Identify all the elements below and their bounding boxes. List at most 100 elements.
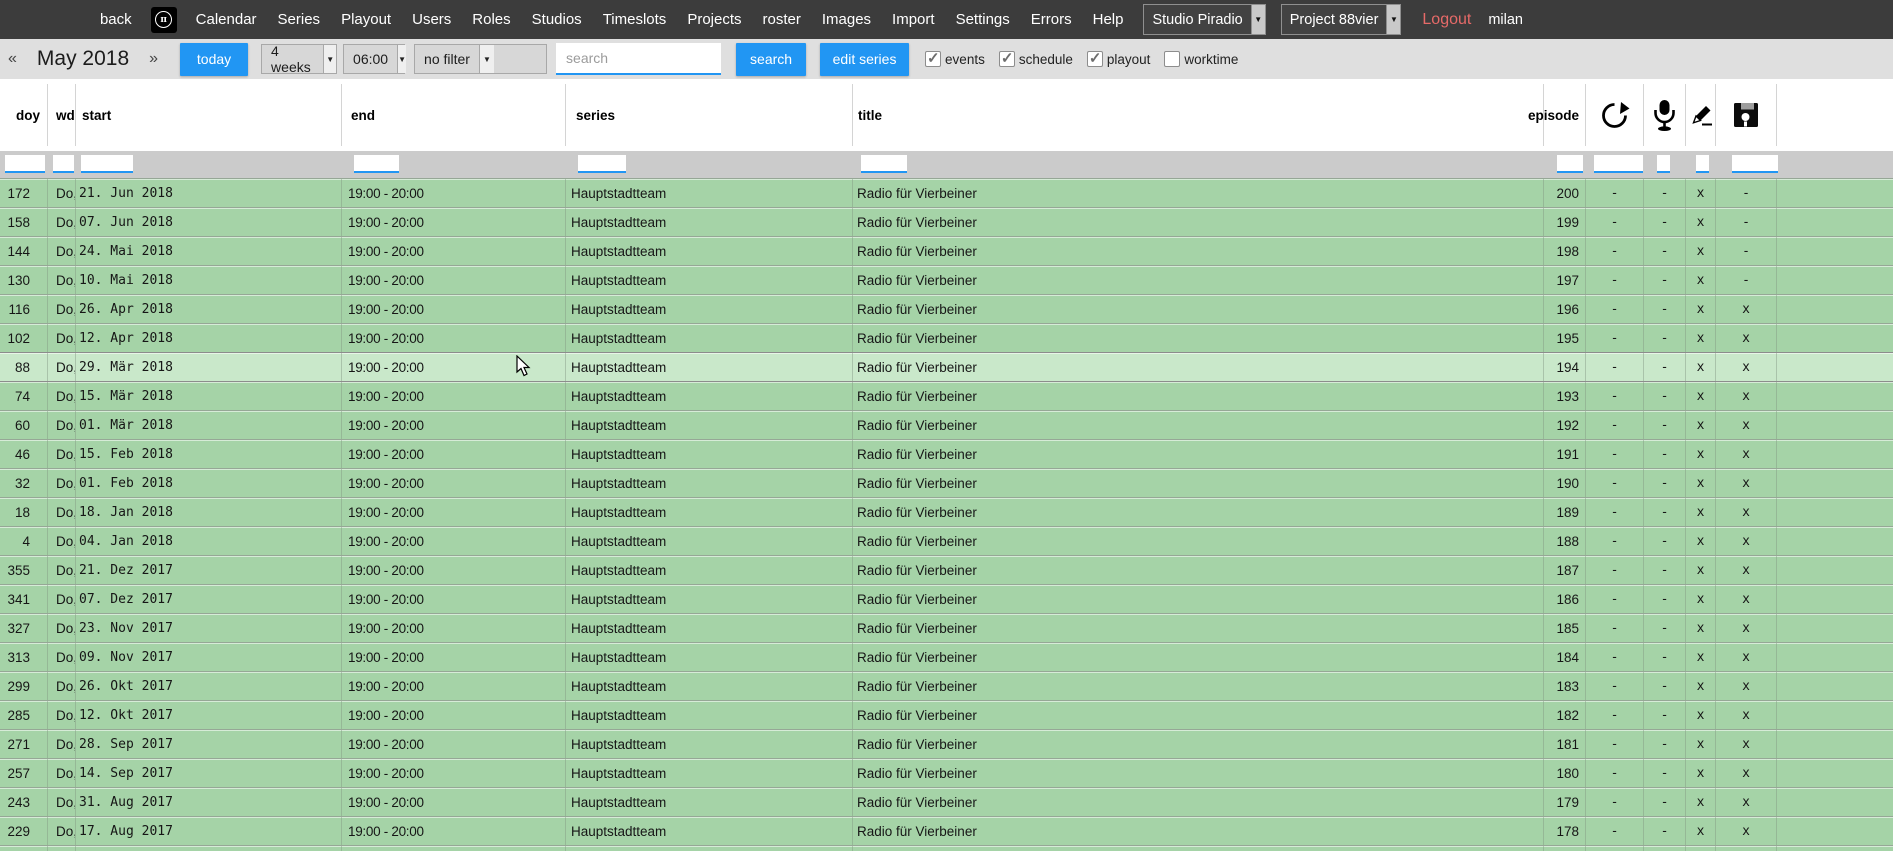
cell-doy: 74	[0, 382, 48, 410]
cell-doy: 299	[0, 672, 48, 700]
table-row[interactable]: 271 Do, 28. Sep 2017 19:00 - 20:00 Haupt…	[0, 729, 1895, 758]
cell-doy: 355	[0, 556, 48, 584]
nav-item-playout[interactable]: Playout	[336, 11, 396, 28]
table-row[interactable]: 355 Do, 21. Dez 2017 19:00 - 20:00 Haupt…	[0, 555, 1895, 584]
table-row[interactable]: 60 Do, 01. Mär 2018 19:00 - 20:00 Haupts…	[0, 410, 1895, 439]
studio-select[interactable]: Studio Piradio ▼	[1143, 4, 1265, 35]
nav-item-users[interactable]: Users	[407, 11, 456, 28]
cell-end: 19:00 - 20:00	[342, 527, 566, 555]
table-row[interactable]: 313 Do, 09. Nov 2017 19:00 - 20:00 Haupt…	[0, 642, 1895, 671]
table-row[interactable]: 172 Do, 21. Jun 2018 19:00 - 20:00 Haupt…	[0, 178, 1895, 207]
project-select[interactable]: Project 88vier ▼	[1281, 4, 1402, 35]
checkbox-worktime[interactable]: worktime	[1164, 51, 1238, 67]
prev-month-button[interactable]: «	[2, 50, 23, 68]
nav-item-errors[interactable]: Errors	[1026, 11, 1077, 28]
edit-series-button[interactable]: edit series	[820, 43, 909, 76]
table-row[interactable]: 285 Do, 12. Okt 2017 19:00 - 20:00 Haupt…	[0, 700, 1895, 729]
cell-end: 19:00 - 20:00	[342, 382, 566, 410]
table-row[interactable]: 130 Do, 10. Mai 2018 19:00 - 20:00 Haupt…	[0, 265, 1895, 294]
next-month-button[interactable]: »	[143, 50, 164, 68]
nav-item-calendar[interactable]: Calendar	[191, 11, 262, 28]
table-row[interactable]: 257 Do, 14. Sep 2017 19:00 - 20:00 Haupt…	[0, 758, 1895, 787]
table-row[interactable]: 18 Do, 18. Jan 2018 19:00 - 20:00 Haupts…	[0, 497, 1895, 526]
table-row[interactable]: 102 Do, 12. Apr 2018 19:00 - 20:00 Haupt…	[0, 323, 1895, 352]
checkbox-playout[interactable]: playout	[1087, 51, 1151, 67]
cell-edit: x	[1686, 295, 1716, 323]
cell-wd: Do,	[48, 237, 76, 265]
piradio-logo[interactable]: π	[151, 7, 177, 33]
filter-input-series[interactable]	[578, 155, 626, 173]
table-row[interactable]: 32 Do, 01. Feb 2018 19:00 - 20:00 Haupts…	[0, 468, 1895, 497]
cell-save: -	[1716, 179, 1777, 207]
cell-series: Hauptstadtteam	[566, 527, 853, 555]
cell-episode: 184	[1544, 643, 1586, 671]
cell-start: 04. Jan 2018	[76, 527, 342, 555]
cell-wd: Do,	[48, 353, 76, 381]
table-row[interactable]: 299 Do, 26. Okt 2017 19:00 - 20:00 Haupt…	[0, 671, 1895, 700]
checkbox-schedule[interactable]: schedule	[999, 51, 1073, 67]
table-row[interactable]: 88 Do, 29. Mär 2018 19:00 - 20:00 Haupts…	[0, 352, 1895, 381]
cell-title: Radio für Vierbeiner	[853, 498, 1544, 526]
cell-wd: Do,	[48, 730, 76, 758]
time-select[interactable]: 06:00 ▼	[343, 44, 405, 74]
checkbox-checked-icon[interactable]	[999, 51, 1015, 67]
nav-item-projects[interactable]: Projects	[682, 11, 746, 28]
filter-input-doy[interactable]	[5, 155, 45, 173]
filter-input-mic[interactable]	[1657, 155, 1670, 173]
cell-repeat: -	[1586, 527, 1644, 555]
cell-edit: x	[1686, 440, 1716, 468]
cell-series: Hauptstadtteam	[566, 643, 853, 671]
table-row[interactable]: 341 Do, 07. Dez 2017 19:00 - 20:00 Haupt…	[0, 584, 1895, 613]
filter-input-title[interactable]	[861, 155, 907, 173]
cell-save: x	[1716, 440, 1777, 468]
table-row[interactable]: 243 Do, 31. Aug 2017 19:00 - 20:00 Haupt…	[0, 787, 1895, 816]
range-select[interactable]: 4 weeks ▼	[261, 44, 337, 74]
today-button[interactable]: today	[180, 43, 248, 76]
nav-item-settings[interactable]: Settings	[951, 11, 1015, 28]
nav-item-studios[interactable]: Studios	[527, 11, 587, 28]
cell-series: Hauptstadtteam	[566, 353, 853, 381]
filter-input-episode[interactable]	[1557, 155, 1583, 173]
filter-input-end[interactable]	[354, 155, 399, 173]
table-row[interactable]: 46 Do, 15. Feb 2018 19:00 - 20:00 Haupts…	[0, 439, 1895, 468]
checkbox-checked-icon[interactable]	[1087, 51, 1103, 67]
table-row[interactable]: 74 Do, 15. Mär 2018 19:00 - 20:00 Haupts…	[0, 381, 1895, 410]
nav-item-series[interactable]: Series	[273, 11, 326, 28]
cell-save: x	[1716, 614, 1777, 642]
logout-link[interactable]: Logout	[1422, 11, 1471, 29]
cell-mic: -	[1644, 788, 1686, 816]
nav-item-help[interactable]: Help	[1088, 11, 1129, 28]
nav-item-import[interactable]: Import	[887, 11, 940, 28]
filter-input-repeat[interactable]	[1594, 155, 1643, 173]
username-label: milan	[1488, 12, 1523, 28]
nav-item-timeslots[interactable]: Timeslots	[598, 11, 672, 28]
table-row[interactable]: 158 Do, 07. Jun 2018 19:00 - 20:00 Haupt…	[0, 207, 1895, 236]
cell-end: 19:00 - 20:00	[342, 266, 566, 294]
filter-input-start[interactable]	[81, 155, 133, 173]
filter-input-save[interactable]	[1732, 155, 1778, 173]
cell-start: 26. Apr 2018	[76, 295, 342, 323]
nav-item-images[interactable]: Images	[817, 11, 876, 28]
table-body: 172 Do, 21. Jun 2018 19:00 - 20:00 Haupt…	[0, 178, 1895, 845]
checkbox-unchecked-icon[interactable]	[1164, 51, 1180, 67]
nav-links: Calendar Series Playout Users Roles Studios Ti…	[191, 11, 1129, 28]
table-row[interactable]: 144 Do, 24. Mai 2018 19:00 - 20:00 Haupt…	[0, 236, 1895, 265]
filter-input-edit[interactable]	[1696, 155, 1709, 173]
table-row[interactable]: 4 Do, 04. Jan 2018 19:00 - 20:00 Hauptst…	[0, 526, 1895, 555]
cell-end: 19:00 - 20:00	[342, 498, 566, 526]
filter-input-wd[interactable]	[53, 155, 74, 173]
nav-item-roles[interactable]: Roles	[467, 11, 515, 28]
checkbox-checked-icon[interactable]	[925, 51, 941, 67]
cell-edit: x	[1686, 353, 1716, 381]
search-input[interactable]	[556, 43, 721, 75]
checkbox-events[interactable]: events	[925, 51, 985, 67]
search-button[interactable]: search	[736, 43, 806, 76]
filter-select[interactable]: no filter ▼	[414, 44, 547, 74]
table-row[interactable]: 327 Do, 23. Nov 2017 19:00 - 20:00 Haupt…	[0, 613, 1895, 642]
table-row[interactable]: 116 Do, 26. Apr 2018 19:00 - 20:00 Haupt…	[0, 294, 1895, 323]
nav-item-roster[interactable]: roster	[758, 11, 806, 28]
cell-title: Radio für Vierbeiner	[853, 585, 1544, 613]
table-row[interactable]: 229 Do, 17. Aug 2017 19:00 - 20:00 Haupt…	[0, 816, 1895, 845]
cell-doy: 313	[0, 643, 48, 671]
back-link[interactable]: back	[95, 11, 137, 28]
